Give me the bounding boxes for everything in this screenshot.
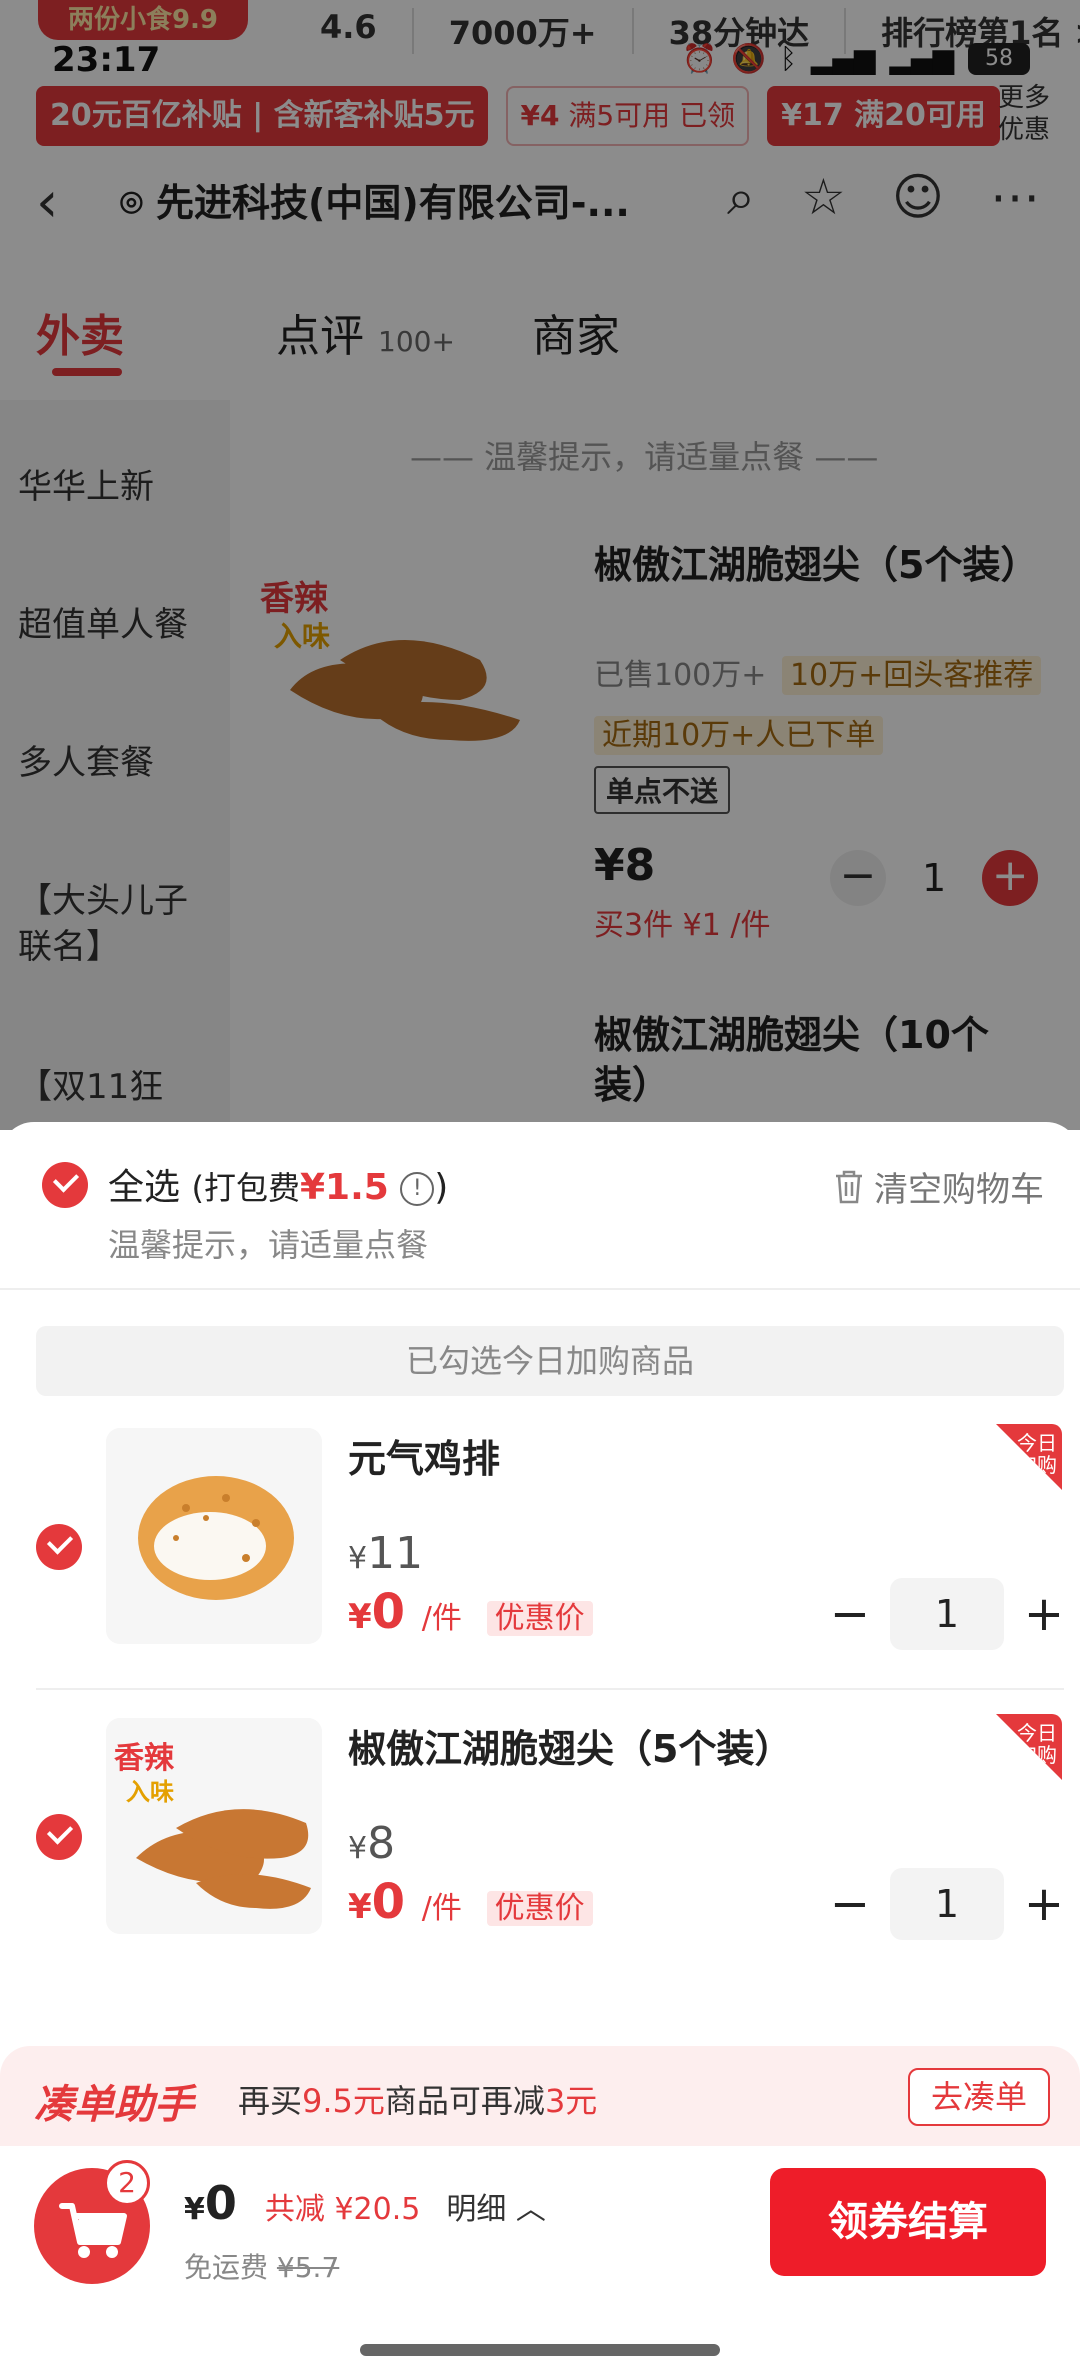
decrease-button[interactable]: − xyxy=(820,1590,880,1638)
item-deal-price: ¥0 /件 优惠价 xyxy=(348,1874,593,1930)
cart-header: 全选 (打包费¥1.5 !) 温馨提示，请适量点餐 清空购物车 xyxy=(0,1122,1080,1290)
shipping-fee: 免运费 ¥5.7 xyxy=(184,2246,339,2286)
item-original-price: ¥8 xyxy=(348,1818,395,1869)
svg-text:入味: 入味 xyxy=(126,1778,174,1806)
item-divider xyxy=(36,1688,1064,1690)
today-added-section: 已勾选今日加购商品 xyxy=(36,1326,1064,1396)
dim-overlay[interactable] xyxy=(0,0,1080,1130)
clear-cart-button[interactable]: 清空购物车 xyxy=(834,1162,1044,1211)
item-original-price: ¥11 xyxy=(348,1528,423,1579)
quantity-field[interactable]: 1 xyxy=(890,1868,1004,1940)
cart-item: 元气鸡排 ¥11 ¥0 /件 优惠价 − 1 + 今日 加购 xyxy=(0,1424,1080,1688)
svg-text:香辣: 香辣 xyxy=(114,1741,175,1776)
pack-fee-label: (打包费 xyxy=(191,1169,300,1207)
badge-line-1: 今日 xyxy=(1017,1721,1057,1745)
shipping-label: 免运费 xyxy=(184,2251,269,2284)
increase-button[interactable]: + xyxy=(1014,1590,1074,1638)
checkout-bar: 2 ¥0 共减 ¥20.5 明细 ︿ 免运费 ¥5.7 领券结算 xyxy=(0,2146,1080,2376)
quantity-stepper: − 1 + xyxy=(820,1578,1074,1650)
total-saved: 共减 ¥20.5 xyxy=(264,2192,421,2227)
item-checkbox[interactable] xyxy=(36,1524,82,1570)
deal-price-tag: 优惠价 xyxy=(486,1601,593,1636)
quantity-stepper: − 1 + xyxy=(820,1868,1074,1940)
decrease-button[interactable]: − xyxy=(820,1880,880,1928)
item-original-value: 8 xyxy=(367,1818,396,1869)
today-added-badge: 今日 加购 xyxy=(996,1714,1062,1780)
helper-text-a: 再买 xyxy=(238,2082,303,2120)
yen-sign: ¥ xyxy=(348,1541,368,1576)
select-all-checkbox[interactable] xyxy=(42,1162,88,1208)
today-added-badge: 今日 加购 xyxy=(996,1424,1062,1490)
total-price: ¥0 共减 ¥20.5 明细 ︿ xyxy=(184,2176,546,2230)
yen-sign: ¥ xyxy=(348,1597,372,1637)
select-all-text: 全选 xyxy=(108,1167,181,1208)
helper-text-b: 商品可再减 xyxy=(384,2082,545,2120)
item-image: 香辣 入味 xyxy=(106,1718,322,1934)
order-helper-logo: 凑单助手 xyxy=(34,2082,194,2128)
deal-price-tag: 优惠价 xyxy=(486,1891,593,1926)
yen-sign: ¥ xyxy=(348,1887,372,1927)
add-more-button[interactable]: 去凑单 xyxy=(908,2068,1050,2126)
badge-line-1: 今日 xyxy=(1017,1431,1057,1455)
badge-line-2: 加购 xyxy=(1017,1453,1057,1477)
pack-fee-value: ¥1.5 xyxy=(299,1167,389,1208)
trash-icon xyxy=(836,1170,862,1203)
checkout-button[interactable]: 领券结算 xyxy=(770,2168,1046,2276)
item-deal-value: 0 xyxy=(371,1584,406,1640)
order-helper-bar: 凑单助手 再买9.5元商品可再减3元 去凑单 xyxy=(0,2046,1080,2146)
pack-fee-close: ) xyxy=(434,1167,449,1208)
item-name: 元气鸡排 xyxy=(348,1437,501,1481)
info-icon[interactable]: ! xyxy=(400,1172,435,1206)
increase-button[interactable]: + xyxy=(1014,1880,1074,1928)
item-image xyxy=(106,1428,322,1644)
item-checkbox[interactable] xyxy=(36,1814,82,1860)
helper-discount: 3元 xyxy=(544,2082,598,2120)
total-value: 0 xyxy=(204,2176,237,2230)
shipping-original: ¥5.7 xyxy=(276,2251,340,2284)
item-deal-price: ¥0 /件 优惠价 xyxy=(348,1584,593,1640)
item-unit: /件 xyxy=(421,1891,462,1926)
cart-item: 香辣 入味 椒傲江湖脆翅尖（5个装） ¥8 ¥0 /件 优惠价 − 1 + 今日… xyxy=(0,1714,1080,1978)
price-detail-link[interactable]: 明细 ︿ xyxy=(446,2192,546,2227)
clear-cart-label: 清空购物车 xyxy=(874,1170,1044,1210)
yen-sign: ¥ xyxy=(348,1831,368,1866)
home-indicator[interactable] xyxy=(360,2344,720,2356)
store-page-background: 两份小食9.9 4.6 7000万+ 38分钟达 排行榜第1名 > 23:17 … xyxy=(0,0,1080,1130)
helper-amount: 9.5元 xyxy=(302,2082,385,2120)
item-deal-value: 0 xyxy=(371,1874,406,1930)
quantity-field[interactable]: 1 xyxy=(890,1578,1004,1650)
item-name: 椒傲江湖脆翅尖（5个装） xyxy=(348,1727,793,1771)
select-all-label: 全选 (打包费¥1.5 !) xyxy=(108,1158,448,1210)
order-helper-text: 再买9.5元商品可再减3元 xyxy=(238,2076,597,2122)
item-original-value: 11 xyxy=(367,1528,424,1579)
cart-count-badge: 2 xyxy=(104,2160,150,2206)
item-unit: /件 xyxy=(421,1601,462,1636)
badge-line-2: 加购 xyxy=(1017,1743,1057,1767)
yen-sign: ¥ xyxy=(184,2192,205,2227)
cart-tip: 温馨提示，请适量点餐 xyxy=(108,1226,429,1264)
